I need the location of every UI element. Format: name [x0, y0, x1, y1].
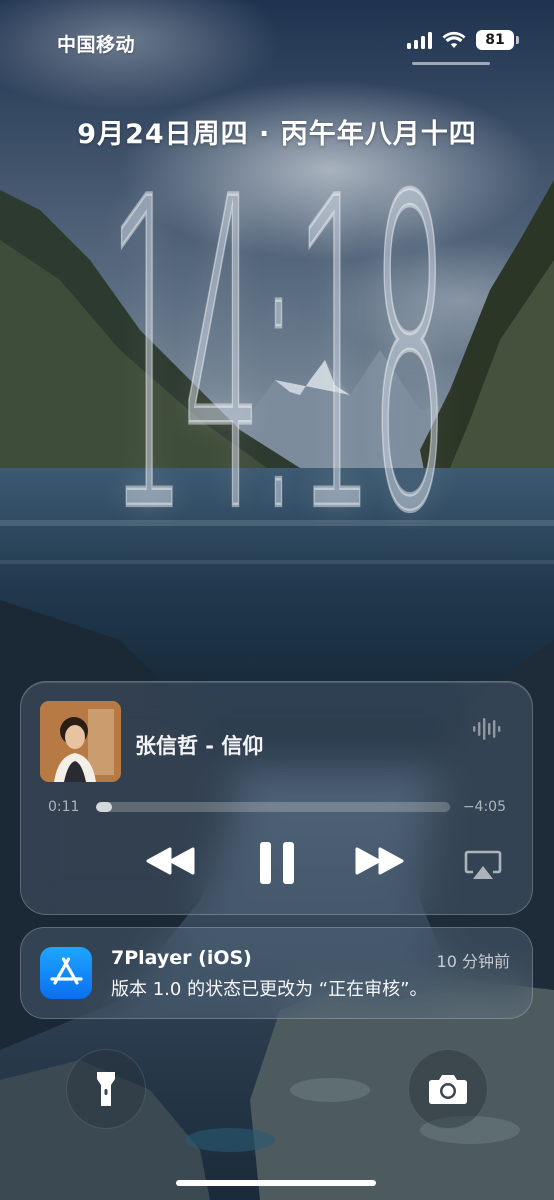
notification-app-name: 7Player (iOS) — [111, 947, 252, 969]
clock-reflection: 14:18 — [0, 585, 554, 655]
pause-icon — [260, 842, 294, 884]
playback-progress-fill — [96, 802, 112, 812]
rewind-icon — [146, 847, 195, 875]
song-title: 张信哲 - 信仰 — [135, 734, 264, 758]
clock-time-reflection: 14:18 — [108, 585, 450, 628]
airplay-icon — [464, 850, 502, 879]
fast-forward-icon — [355, 847, 404, 875]
rewind-button[interactable] — [145, 847, 197, 879]
home-indicator[interactable] — [176, 1180, 376, 1186]
flashlight-button[interactable] — [66, 1049, 146, 1129]
airplay-button[interactable] — [464, 850, 502, 884]
camera-icon — [429, 1075, 467, 1104]
clock-time: 14:18 — [108, 111, 450, 609]
playback-scrubber[interactable] — [96, 802, 450, 812]
remaining-time: −4:05 — [462, 799, 506, 815]
notification-message: 版本 1.0 的状态已更改为 “正在审核”。 — [111, 979, 428, 1000]
app-store-icon — [40, 947, 92, 999]
notification-time: 10 分钟前 — [436, 952, 510, 971]
battery-indicator: 81 — [476, 30, 519, 50]
status-indicators: 81 — [407, 30, 519, 50]
wifi-icon — [442, 31, 466, 48]
fast-forward-button[interactable] — [353, 847, 405, 879]
status-underline — [412, 62, 490, 65]
carrier-name: 中国移动 — [57, 34, 136, 56]
elapsed-time: 0:11 — [48, 799, 80, 815]
album-art[interactable] — [40, 701, 121, 782]
lock-screen-clock: 14:18 — [0, 111, 554, 618]
now-playing-widget[interactable]: 张信哲 - 信仰 0:11 −4:05 — [20, 681, 533, 915]
camera-button[interactable] — [408, 1049, 488, 1129]
cellular-signal-icon — [407, 31, 432, 49]
flashlight-icon — [97, 1072, 115, 1106]
waveform-icon — [473, 718, 501, 740]
notification-card[interactable]: 7Player (iOS) 10 分钟前 版本 1.0 的状态已更改为 “正在审… — [20, 927, 533, 1019]
pause-button[interactable] — [257, 840, 297, 890]
